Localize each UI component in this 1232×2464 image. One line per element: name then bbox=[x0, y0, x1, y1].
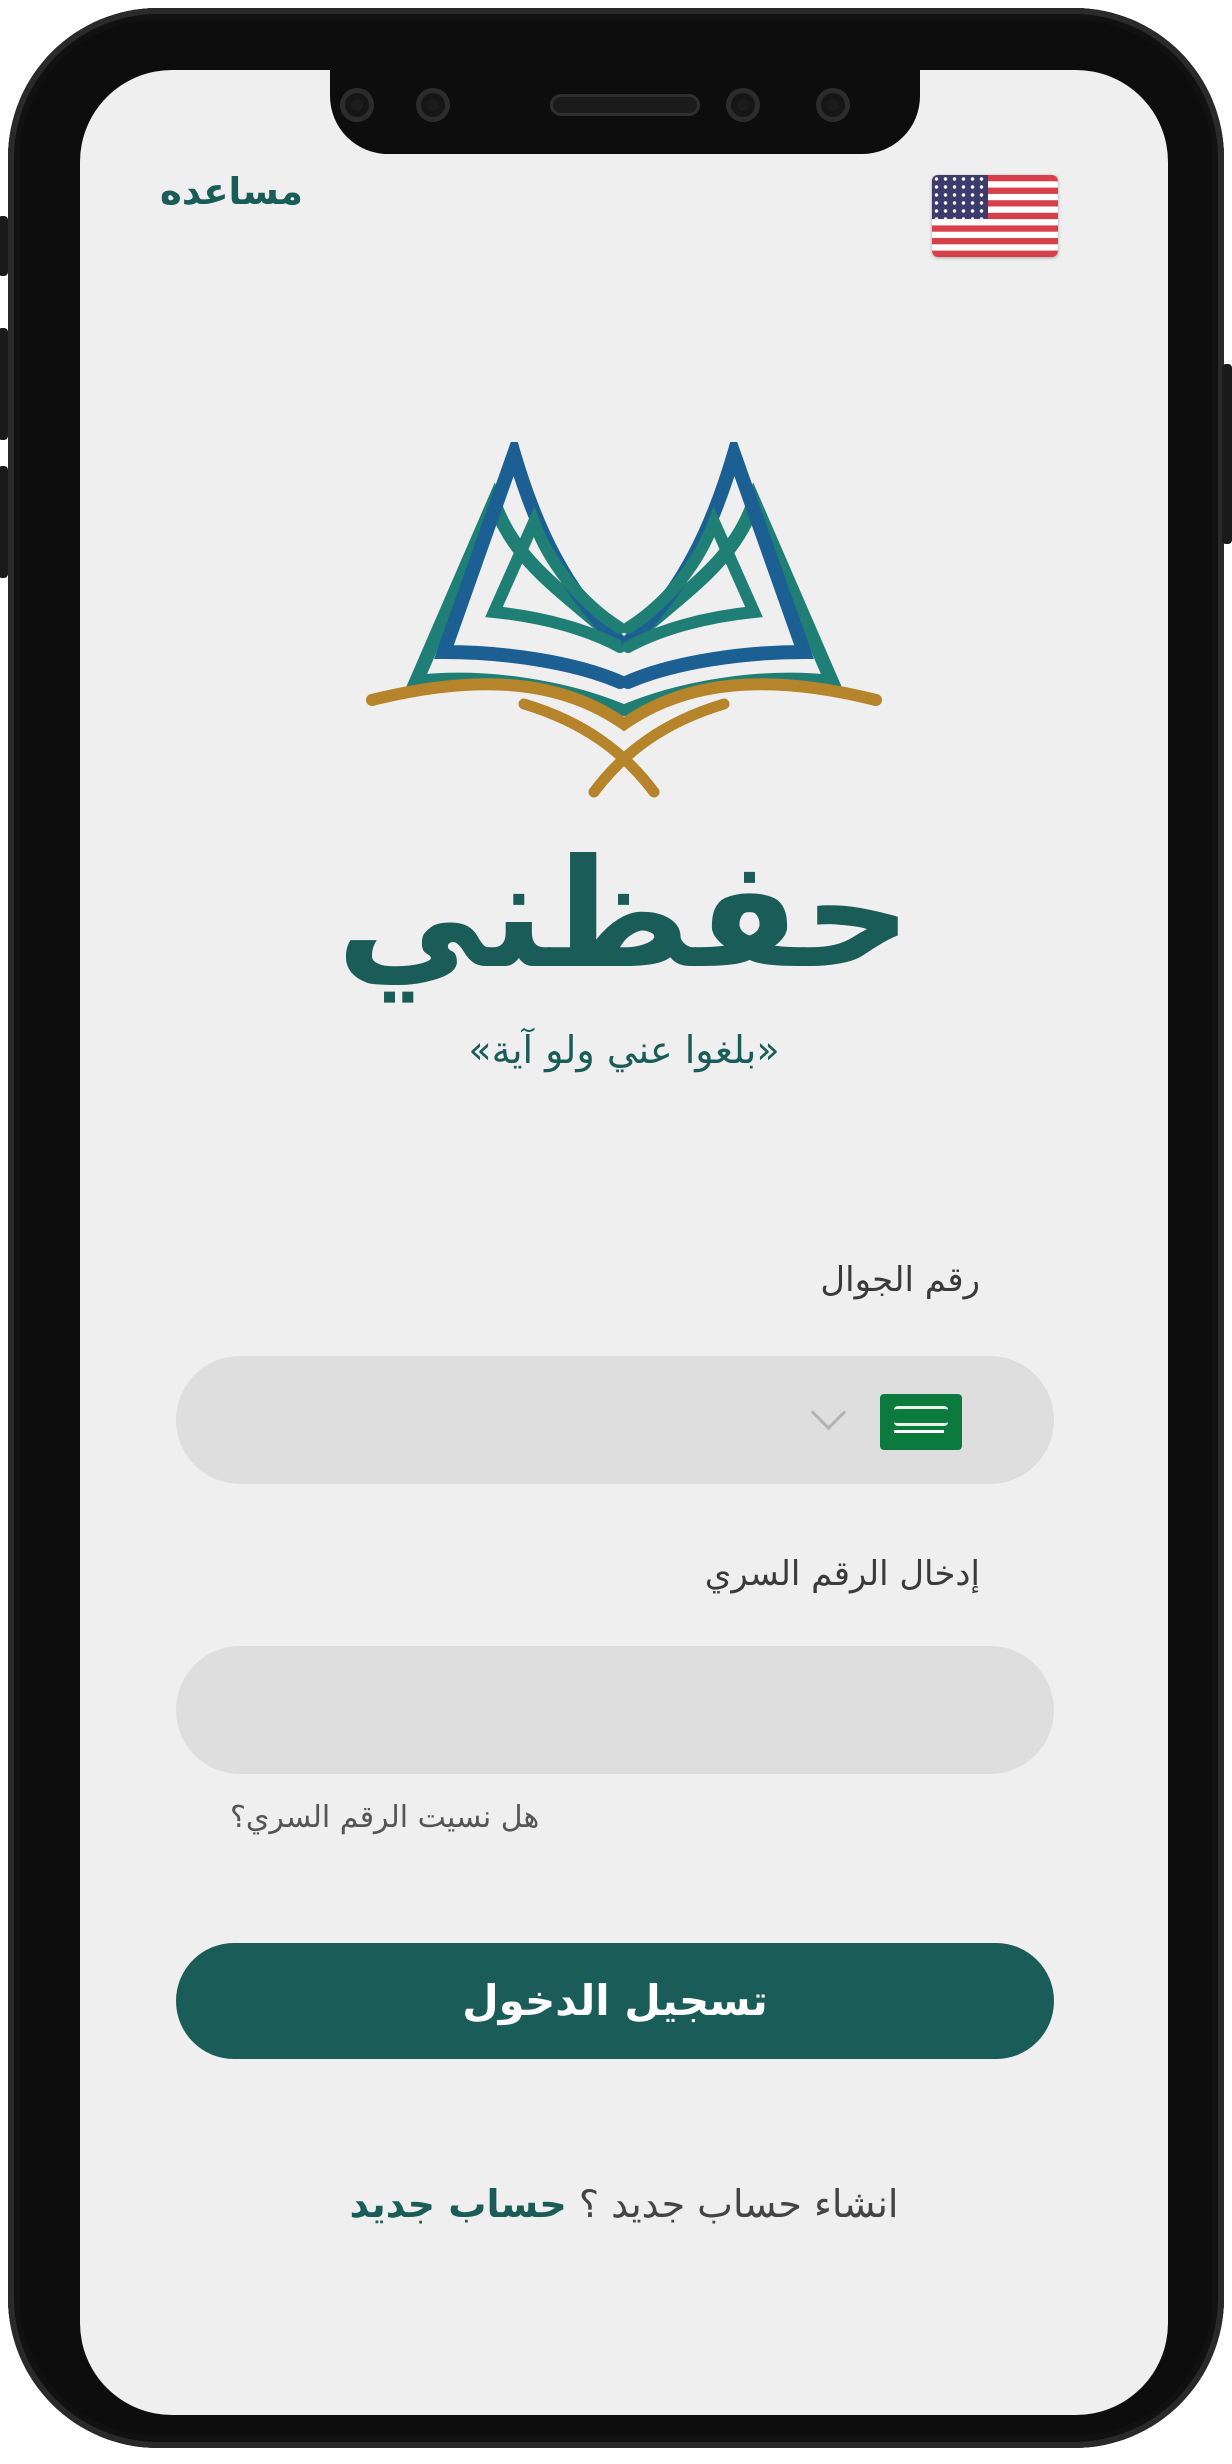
saudi-flag-icon[interactable] bbox=[880, 1394, 962, 1450]
us-flag-icon[interactable] bbox=[932, 175, 1058, 257]
saudi-flag-sword bbox=[894, 1430, 944, 1433]
password-label: إدخال الرقم السري bbox=[704, 1554, 980, 1594]
tagline: «بلغوا عني ولو آية» bbox=[468, 1028, 780, 1072]
help-link[interactable]: مساعده bbox=[160, 170, 303, 213]
us-flag-canton bbox=[932, 175, 988, 219]
signup-link[interactable]: حساب جديد bbox=[350, 2182, 567, 2226]
camera-icon bbox=[416, 88, 450, 122]
phone-frame: مساعده حفظني «بلغوا عني ولو آية» رقم الج… bbox=[0, 8, 1232, 2448]
app-screen: مساعده حفظني «بلغوا عني ولو آية» رقم الج… bbox=[80, 70, 1168, 2415]
forgot-password-link[interactable]: هل نسيت الرقم السري؟ bbox=[230, 1800, 539, 1835]
volume-up-button bbox=[0, 328, 8, 440]
open-book-logo bbox=[366, 442, 882, 798]
saudi-flag-script bbox=[894, 1406, 948, 1426]
proximity-sensor-icon bbox=[816, 88, 850, 122]
sensor-icon bbox=[340, 88, 374, 122]
volume-down-button bbox=[0, 466, 8, 578]
signup-question: انشاء حساب جديد ؟ bbox=[578, 2182, 899, 2226]
password-field[interactable] bbox=[176, 1646, 1054, 1774]
phone-field[interactable] bbox=[176, 1356, 1054, 1484]
login-button[interactable]: تسجيل الدخول bbox=[176, 1943, 1054, 2059]
sensor-icon bbox=[726, 88, 760, 122]
mute-switch bbox=[0, 216, 8, 276]
phone-label: رقم الجوال bbox=[820, 1260, 980, 1300]
power-button bbox=[1222, 364, 1232, 544]
chevron-down-icon[interactable] bbox=[810, 1394, 847, 1431]
app-name: حفظني bbox=[336, 828, 912, 1002]
speaker-grille bbox=[550, 94, 700, 116]
signup-row: انشاء حساب جديد ؟ حساب جديد bbox=[80, 2182, 1168, 2226]
notch bbox=[330, 70, 920, 154]
